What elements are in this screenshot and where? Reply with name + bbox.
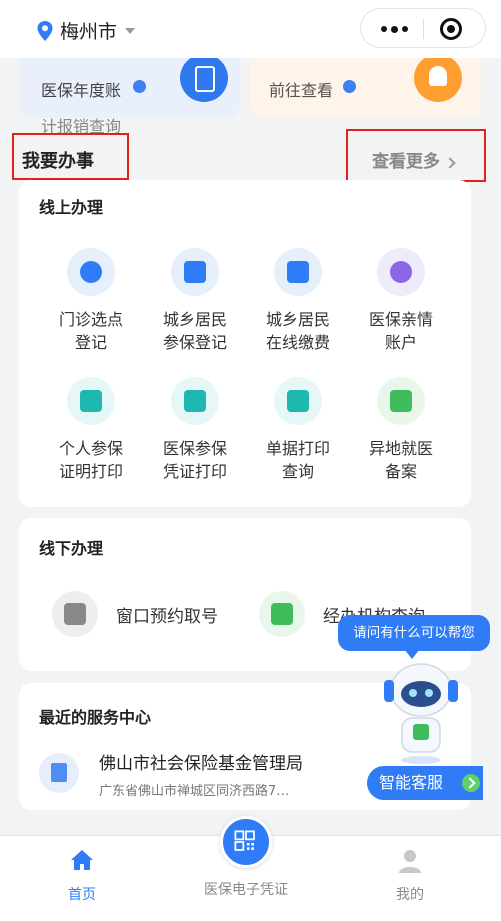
service-label: 登记 [74,333,107,352]
capsule-divider [423,19,424,39]
qr-code-icon [234,830,255,851]
city-selector[interactable]: 梅州市 [36,17,136,44]
mini-program-capsule [360,8,486,48]
service-label: 凭证打印 [162,462,227,481]
arrow-right-icon [343,80,356,93]
tab-card-label: 医保电子凭证 [204,882,288,898]
offline-services-title: 线下办理 [39,539,104,558]
center-name: 佛山市社会保险基金管理局 [99,754,303,774]
service-online-payment[interactable]: 城乡居民 在线缴费 [248,248,348,354]
home-icon [71,850,93,870]
center-address: 广东省佛山市禅城区同济西路7… [99,784,290,799]
service-label: 在线缴费 [265,333,330,352]
bell-icon [414,54,462,102]
online-services-panel: 线上办理 门诊选点登记 城乡居民参保登记 城乡居民在线缴费 医保亲情账户 个人参… [19,180,471,507]
arrow-right-icon [462,774,480,792]
service-receipt-print[interactable]: 单据打印 查询 [248,377,348,483]
tab-home-label: 首页 [68,887,96,903]
more-icon[interactable] [381,25,408,33]
service-offsite-filing[interactable]: 异地就医 备案 [351,377,451,483]
city-name: 梅州市 [60,21,118,43]
service-label: 异地就医 [368,439,433,458]
tab-mine[interactable]: 我的 [340,848,480,904]
medical-location-icon [67,248,115,296]
service-voucher-print[interactable]: 医保参保 凭证打印 [145,377,245,483]
printer-icon [274,377,322,425]
smart-service-button[interactable]: 智能客服 [367,766,483,800]
tab-medical-card[interactable]: 医保电子凭证 [176,879,316,899]
highlight-box-title [12,133,129,180]
office-building-icon [39,753,79,793]
service-label: 医保参保 [162,439,227,458]
service-family-account[interactable]: 医保亲情 账户 [351,248,451,354]
building-icon [259,591,305,637]
service-label: 备案 [384,462,417,481]
service-label: 单据打印 [265,439,330,458]
annual-account-label: 医保年度账 [41,81,122,100]
service-personal-certificate[interactable]: 个人参保 证明打印 [41,377,141,483]
arrow-right-icon [133,80,146,93]
id-card-icon [67,377,115,425]
calendar-icon [52,591,98,637]
location-pin-icon [37,20,53,41]
qr-code-button[interactable] [220,816,272,868]
window-appointment-label: 窗口预约取号 [116,606,218,627]
document-icon [171,377,219,425]
family-icon [377,248,425,296]
filing-icon [377,377,425,425]
service-label: 城乡居民 [162,310,227,329]
window-appointment-button[interactable]: 窗口预约取号 [52,591,218,637]
service-label: 城乡居民 [265,310,330,329]
payment-icon [274,248,322,296]
highlight-box-more [346,129,486,182]
top-bar: 梅州市 [0,0,501,58]
recent-center-title: 最近的服务中心 [39,708,152,727]
help-bubble[interactable]: 请问有什么可以帮您 [338,615,490,659]
service-outpatient-registration[interactable]: 门诊选点 登记 [41,248,141,354]
chevron-down-icon [125,27,136,34]
close-target-icon[interactable] [440,18,462,40]
robot-assistant-icon[interactable] [378,656,464,766]
user-icon [399,850,421,873]
tab-home[interactable]: 首页 [12,848,152,904]
service-label: 查询 [281,462,314,481]
online-services-title: 线上办理 [39,198,104,217]
smart-service-label: 智能客服 [379,773,444,792]
enrollment-icon [171,248,219,296]
service-label: 医保亲情 [368,310,433,329]
service-label: 证明打印 [58,462,123,481]
service-label: 门诊选点 [58,310,123,329]
clipboard-icon [180,54,228,102]
service-label: 账户 [384,333,417,352]
service-label: 参保登记 [162,333,227,352]
go-view-label: 前往查看 [269,81,334,100]
tab-mine-label: 我的 [396,887,424,903]
service-label: 个人参保 [58,439,123,458]
service-resident-enrollment[interactable]: 城乡居民 参保登记 [145,248,245,354]
